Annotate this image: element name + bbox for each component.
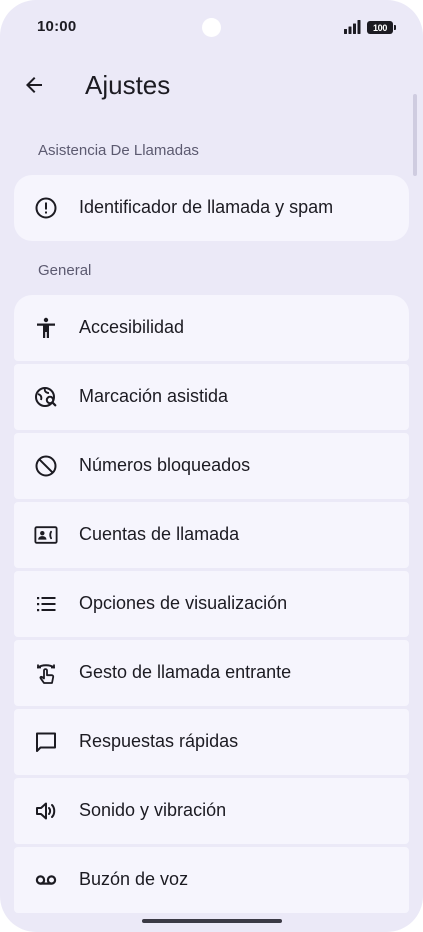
- settings-item-quick-responses[interactable]: Respuestas rápidas: [14, 709, 409, 775]
- settings-item-blocked-numbers[interactable]: Números bloqueados: [14, 433, 409, 499]
- alert-circle-icon: [34, 196, 58, 220]
- page-title: Ajustes: [85, 70, 171, 100]
- settings-item-label: Buzón de voz: [79, 869, 189, 889]
- settings-item-calling-accounts[interactable]: Cuentas de llamada: [14, 502, 409, 568]
- phone-screen: 10:00 100 Ajustes Asistencia De Llamadas: [0, 0, 423, 932]
- back-button[interactable]: [14, 65, 54, 105]
- general-group: Accesibilidad Marcación asistida Números…: [14, 295, 409, 916]
- signal-icon: [344, 20, 361, 34]
- settings-item-caller-id-spam[interactable]: Identificador de llamada y spam: [14, 175, 409, 241]
- section-header-call-assist: Asistencia De Llamadas: [38, 142, 199, 159]
- contact-card-icon: [34, 523, 58, 547]
- camera-cutout: [202, 18, 221, 37]
- gesture-nav-handle[interactable]: [142, 919, 282, 923]
- scrollbar[interactable]: [413, 94, 417, 176]
- settings-item-label: Respuestas rápidas: [79, 731, 239, 751]
- settings-item-voicemail[interactable]: Buzón de voz: [14, 847, 409, 913]
- arrow-back-icon: [26, 77, 42, 93]
- section-header-general: General: [38, 262, 92, 279]
- settings-item-display-options[interactable]: Opciones de visualización: [14, 571, 409, 637]
- settings-item-accessibility[interactable]: Accesibilidad: [14, 295, 409, 361]
- status-time: 10:00: [37, 18, 77, 35]
- settings-item-label: Opciones de visualización: [79, 593, 288, 613]
- settings-item-label: Números bloqueados: [79, 455, 251, 475]
- settings-item-incoming-call-gesture[interactable]: Gesto de llamada entrante: [14, 640, 409, 706]
- settings-item-label: Gesto de llamada entrante: [79, 662, 292, 682]
- status-bar: 10:00 100: [0, 0, 423, 56]
- assisted-dialing-icon: [34, 385, 58, 409]
- message-icon: [34, 730, 58, 754]
- settings-item-assisted-dialing[interactable]: Marcación asistida: [14, 364, 409, 430]
- accessibility-icon: [34, 316, 58, 340]
- swipe-gesture-icon: [34, 661, 58, 685]
- settings-item-label: Marcación asistida: [79, 386, 229, 406]
- settings-item-label: Accesibilidad: [79, 317, 185, 337]
- battery-level: 100: [372, 22, 388, 33]
- settings-item-label: Cuentas de llamada: [79, 524, 240, 544]
- settings-item-sound-vibration[interactable]: Sonido y vibración: [14, 778, 409, 844]
- block-icon: [34, 454, 58, 478]
- call-assist-group: Identificador de llamada y spam: [14, 175, 409, 241]
- voicemail-icon: [34, 868, 58, 892]
- battery-icon: 100: [367, 21, 396, 34]
- app-bar: Ajustes: [0, 60, 423, 112]
- settings-item-label: Sonido y vibración: [79, 800, 227, 820]
- settings-item-label: Identificador de llamada y spam: [79, 197, 334, 217]
- list-icon: [34, 592, 58, 616]
- volume-icon: [34, 799, 58, 823]
